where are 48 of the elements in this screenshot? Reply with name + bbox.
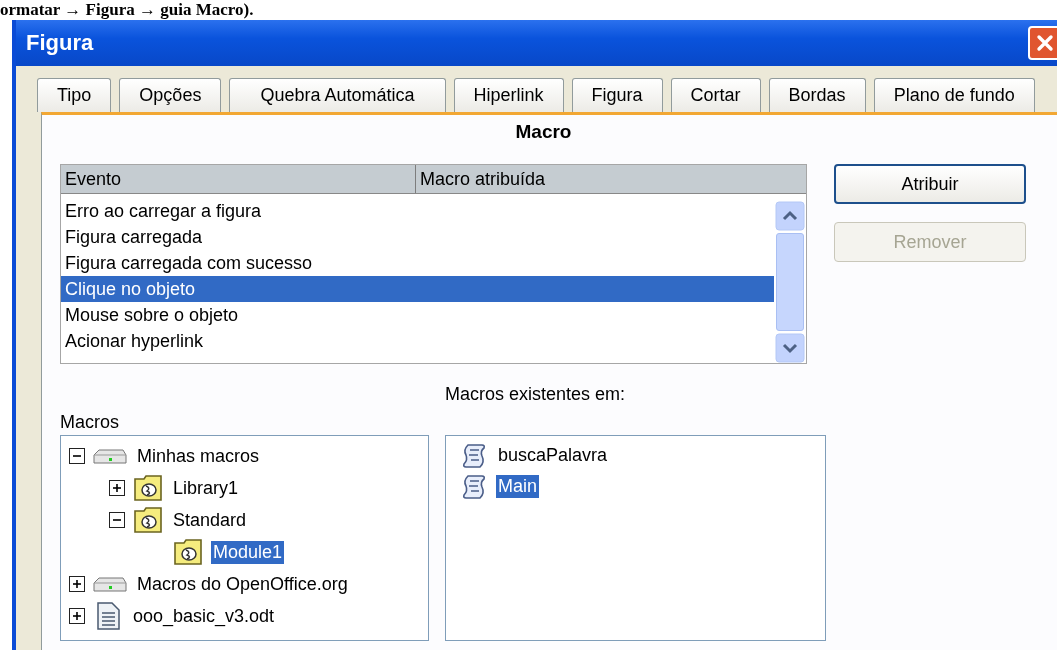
scroll-icon [460, 441, 488, 470]
macro-item[interactable]: buscaPalavra [496, 444, 610, 467]
column-header[interactable]: Evento [61, 165, 416, 193]
scroll-thumb[interactable] [776, 233, 804, 331]
event-row[interactable]: Clique no objeto [61, 276, 774, 302]
close-button[interactable] [1028, 26, 1057, 60]
caption-text: ormatar → Figura → guia Macro). [0, 0, 255, 20]
tab[interactable]: Opções [119, 78, 222, 112]
scrollbar[interactable] [774, 198, 806, 363]
event-row[interactable]: Figura carregada [61, 224, 774, 250]
event-row[interactable]: Mouse sobre o objeto [61, 302, 774, 328]
tab[interactable]: Hiperlink [453, 78, 564, 112]
tab[interactable]: Figura [571, 78, 663, 112]
tab[interactable]: Plano de fundo [873, 78, 1035, 112]
expand-icon[interactable] [109, 480, 125, 496]
folder-icon [133, 474, 163, 502]
expand-icon[interactable] [69, 576, 85, 592]
macro-item[interactable]: Main [496, 475, 539, 498]
tab[interactable]: Bordas [768, 78, 866, 112]
folder-icon [133, 506, 163, 534]
existing-macros-label: Macros existentes em: [445, 384, 627, 405]
collapse-icon[interactable] [69, 448, 85, 464]
tree-item[interactable]: ooo_basic_v3.odt [131, 604, 277, 628]
window-title: Figura [26, 30, 94, 56]
tree-item[interactable]: Standard [171, 508, 249, 532]
collapse-icon[interactable] [109, 512, 125, 528]
event-row[interactable]: Acionar hyperlink [61, 328, 774, 354]
event-row[interactable]: Erro ao carregar a figura [61, 198, 774, 224]
drive-icon [93, 574, 127, 594]
page-title: Macro [514, 120, 573, 143]
tree-item[interactable]: Minhas macros [135, 444, 262, 468]
tab[interactable]: Cortar [670, 78, 761, 112]
assign-button[interactable]: Atribuir [834, 164, 1026, 204]
scroll-down-icon[interactable] [775, 333, 805, 363]
tree-item[interactable]: Library1 [171, 476, 241, 500]
tree-item[interactable]: Module1 [211, 540, 285, 564]
tab[interactable]: Quebra Automática [229, 78, 446, 112]
close-icon [1035, 33, 1055, 53]
tree-item[interactable]: Macros do OpenOffice.org [135, 572, 350, 596]
event-row[interactable]: Figura carregada com sucesso [61, 250, 774, 276]
macros-label: Macros [60, 412, 120, 433]
expand-icon[interactable] [69, 608, 85, 624]
tab[interactable]: Tipo [37, 78, 112, 112]
drive-icon [93, 446, 127, 466]
column-header[interactable]: Macro atribuída [416, 165, 546, 193]
scroll-up-icon[interactable] [775, 201, 805, 231]
folder-icon [173, 538, 203, 566]
scroll-icon [460, 472, 488, 501]
